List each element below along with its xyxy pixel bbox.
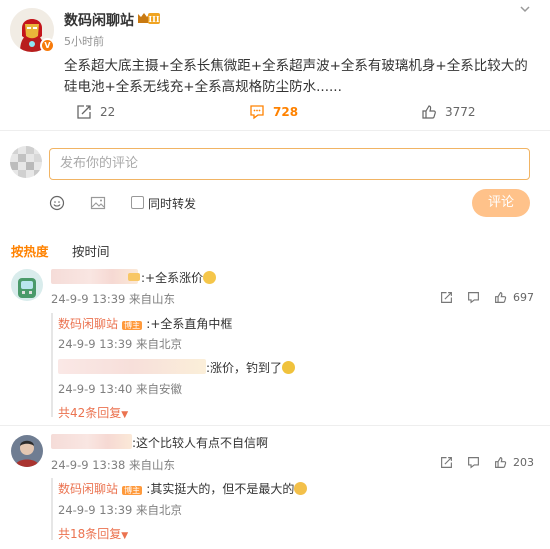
- like-icon[interactable]: [494, 291, 507, 304]
- post-text: 全系超大底主摄+全系长焦微距+全系超声波+全系有玻璃机身+全系比较大的硅电池+全…: [64, 58, 528, 95]
- emoji-icon: [282, 361, 296, 374]
- reply-thread-bar: [51, 478, 53, 540]
- like-icon[interactable]: [494, 456, 507, 469]
- reply-meta: 24-9-9 13:40 来自安徽: [58, 382, 183, 396]
- my-avatar: [10, 146, 42, 178]
- more-replies-link[interactable]: 共18条回复▼: [58, 525, 128, 542]
- comment-text: :+全系涨价: [141, 269, 217, 286]
- reply-text: :其实挺大的，但不是最大的: [146, 482, 295, 496]
- caret-down-icon: ▼: [121, 410, 129, 420]
- comment-button[interactable]: 728: [249, 104, 298, 120]
- reply-item: 数码闲聊站 博主 :+全系直角中框: [58, 315, 232, 332]
- comment-like-count: 203: [513, 456, 534, 469]
- emoji-icon: [294, 482, 308, 495]
- repost-button[interactable]: 22: [76, 104, 115, 120]
- comment-meta: 24-9-9 13:39 来自山东: [51, 292, 176, 306]
- post-time: 5小时前: [64, 35, 104, 48]
- reply-item: 数码闲聊站 博主 :其实挺大的，但不是最大的: [58, 480, 308, 497]
- comment-icon: [250, 105, 264, 120]
- repost-checkbox[interactable]: [131, 196, 144, 209]
- emoji-icon: [203, 271, 217, 284]
- author-name[interactable]: 数码闲聊站: [64, 10, 134, 30]
- repost-count: 22: [100, 105, 116, 119]
- like-icon: [422, 105, 436, 119]
- reply-author-link[interactable]: 数码闲聊站: [58, 317, 118, 331]
- blogger-badge: 博主: [122, 486, 143, 495]
- blogger-badge: 博主: [122, 321, 143, 330]
- comment-text: :这个比较人有点不自信啊: [132, 436, 269, 450]
- reply-author-link[interactable]: 数码闲聊站: [58, 482, 118, 496]
- reply-meta: 24-9-9 13:39 来自北京: [58, 503, 183, 517]
- emoji-icon[interactable]: [49, 195, 65, 211]
- caret-down-icon: ▼: [121, 531, 129, 541]
- reply-text: :涨价，钓到了: [206, 359, 296, 376]
- reply-meta: 24-9-9 13:39 来自北京: [58, 337, 183, 351]
- submit-comment-button[interactable]: 评论: [472, 189, 530, 217]
- more-replies-link[interactable]: 共42条回复▼: [58, 404, 128, 421]
- reply-thread-bar: [51, 313, 53, 417]
- share-icon[interactable]: [440, 291, 453, 304]
- comment-meta: 24-9-9 13:38 来自山东: [51, 458, 176, 472]
- comment-input[interactable]: 发布你的评论: [49, 148, 530, 180]
- reply-icon[interactable]: [467, 291, 480, 304]
- verified-badge: V: [40, 38, 55, 53]
- tab-hot[interactable]: 按热度: [11, 241, 49, 260]
- comment-actions: 697: [440, 291, 534, 304]
- chevron-down-icon[interactable]: [518, 2, 532, 16]
- reply-icon[interactable]: [467, 456, 480, 469]
- svg-text:III: III: [148, 14, 159, 24]
- commenter-name[interactable]: [51, 269, 138, 284]
- level-badge-icon: III: [137, 11, 161, 25]
- commenter-avatar[interactable]: [11, 269, 43, 301]
- repost-checkbox-label: 同时转发: [148, 197, 197, 211]
- section-divider: [0, 130, 550, 131]
- user-level-badge: [128, 273, 140, 281]
- comment-count: 728: [273, 105, 299, 119]
- comment-divider: [0, 425, 550, 426]
- comment-like-count: 697: [513, 291, 534, 304]
- image-icon[interactable]: [90, 195, 106, 211]
- repost-icon: [77, 105, 91, 119]
- reply-author-link[interactable]: [58, 359, 206, 374]
- tab-time[interactable]: 按时间: [72, 241, 110, 260]
- share-icon[interactable]: [440, 456, 453, 469]
- commenter-avatar[interactable]: [11, 435, 43, 467]
- like-button[interactable]: 3772: [421, 104, 476, 120]
- comment-actions: 203: [440, 456, 534, 469]
- commenter-name[interactable]: [51, 434, 132, 449]
- like-count: 3772: [445, 105, 476, 119]
- reply-text: :+全系直角中框: [146, 317, 233, 331]
